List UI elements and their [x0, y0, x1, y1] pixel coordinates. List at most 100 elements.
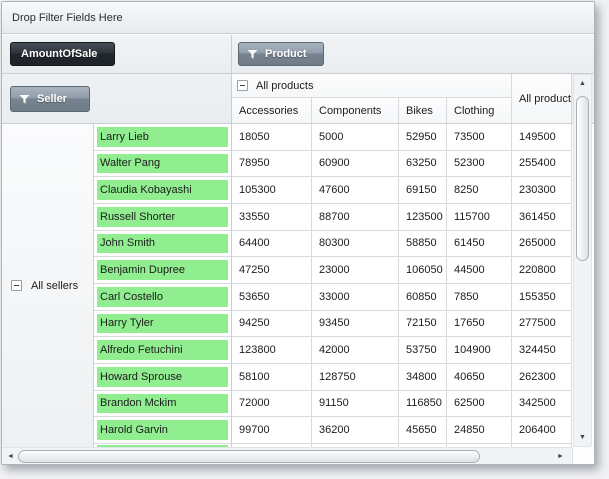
data-cell[interactable]: 8250 — [447, 177, 512, 204]
data-cell[interactable]: 91150 — [312, 390, 399, 418]
row-header-cell[interactable]: Brandon Mckim — [97, 393, 228, 414]
data-cell[interactable]: 58100 — [232, 363, 312, 391]
horizontal-scrollbar-thumb[interactable] — [18, 450, 480, 463]
data-cell[interactable]: 64400 — [232, 230, 312, 258]
row-header-cell[interactable]: Harold Garvin — [97, 420, 228, 440]
data-cell[interactable]: 78950 — [232, 150, 312, 178]
data-cell[interactable]: 361450 — [512, 203, 572, 231]
data-cell[interactable]: 62500 — [447, 390, 512, 418]
data-cell[interactable]: 277500 — [512, 310, 572, 338]
data-cell[interactable]: 255400 — [512, 150, 572, 178]
data-cell[interactable]: 23000 — [312, 257, 399, 284]
data-cell[interactable]: 93450 — [312, 310, 399, 338]
data-cell[interactable]: 80300 — [312, 230, 399, 258]
row-header-cell[interactable]: Russell Shorter — [97, 206, 228, 227]
data-cell[interactable]: 104900 — [447, 337, 512, 364]
collapse-icon[interactable] — [11, 280, 22, 291]
vertical-scrollbar[interactable]: ▲ ▼ — [573, 74, 592, 447]
data-cell[interactable]: 63250 — [399, 150, 447, 178]
data-cell[interactable]: 7850 — [447, 283, 512, 311]
vertical-scrollbar-thumb[interactable] — [576, 96, 589, 261]
data-cell[interactable]: 123500 — [399, 203, 447, 231]
data-cell[interactable]: 262300 — [512, 363, 572, 391]
filter-icon[interactable] — [19, 94, 30, 105]
row-header-cell[interactable]: Walter Pang — [97, 153, 228, 174]
scroll-down-button[interactable]: ▼ — [575, 430, 590, 445]
row-header-row: Harry Tyler — [94, 311, 231, 338]
data-cell[interactable]: 220800 — [512, 257, 572, 284]
data-cell[interactable]: 17650 — [447, 310, 512, 338]
row-header-cell[interactable]: Carl Costello — [97, 286, 228, 307]
data-cell[interactable]: 106050 — [399, 257, 447, 284]
scroll-up-button[interactable]: ▲ — [575, 76, 590, 91]
data-cell[interactable]: 149500 — [512, 124, 572, 151]
field-button-product[interactable]: Product — [238, 42, 324, 66]
data-cell[interactable]: 94250 — [232, 310, 312, 338]
data-cell[interactable]: 72000 — [232, 390, 312, 418]
data-cell[interactable]: 73500 — [447, 124, 512, 151]
data-cell[interactable]: 44500 — [447, 257, 512, 284]
data-cell[interactable]: 36200 — [312, 417, 399, 444]
data-cell[interactable]: 52300 — [447, 150, 512, 178]
scroll-left-button[interactable]: ◄ — [3, 449, 18, 464]
data-cell[interactable]: 52950 — [399, 124, 447, 151]
row-header-cell[interactable]: John Smith — [97, 233, 228, 254]
data-cell[interactable]: 34800 — [399, 363, 447, 391]
data-cell[interactable]: 123800 — [232, 337, 312, 364]
row-field-area[interactable]: Seller — [2, 74, 232, 123]
data-cell[interactable]: 53750 — [399, 337, 447, 364]
data-cell[interactable]: 60850 — [399, 283, 447, 311]
row-header-cell[interactable]: Harry Tyler — [97, 313, 228, 334]
column-header-bikes[interactable]: Bikes — [399, 98, 447, 123]
field-button-seller[interactable]: Seller — [10, 86, 90, 112]
data-cell[interactable]: 47600 — [312, 177, 399, 204]
data-cell[interactable]: 116850 — [399, 390, 447, 418]
data-cell[interactable]: 5000 — [312, 124, 399, 151]
data-cell[interactable]: 61450 — [447, 230, 512, 258]
data-cell[interactable]: 72150 — [399, 310, 447, 338]
data-cell[interactable]: 155350 — [512, 283, 572, 311]
filter-fields-drop-area[interactable]: Drop Filter Fields Here — [2, 2, 594, 34]
data-cell[interactable]: 115700 — [447, 203, 512, 231]
data-cell[interactable]: 47250 — [232, 257, 312, 284]
data-cell[interactable]: 42000 — [312, 337, 399, 364]
data-cell[interactable]: 265000 — [512, 230, 572, 258]
data-cell[interactable]: 206400 — [512, 417, 572, 444]
data-cell[interactable]: 105300 — [232, 177, 312, 204]
filter-icon[interactable] — [247, 49, 258, 60]
column-grand-total-header[interactable]: All products — [512, 74, 572, 123]
column-group-header[interactable]: All products — [232, 74, 512, 98]
row-header-cell[interactable]: Howard Sprouse — [97, 366, 228, 387]
data-cell[interactable]: 88700 — [312, 203, 399, 231]
row-header-cell[interactable]: Larry Lieb — [97, 127, 228, 147]
data-cell[interactable]: 18050 — [232, 124, 312, 151]
horizontal-scrollbar[interactable]: ◄ ► — [2, 447, 572, 464]
column-header-clothing[interactable]: Clothing — [447, 98, 512, 123]
data-cell[interactable]: 230300 — [512, 177, 572, 204]
data-cell[interactable]: 60900 — [312, 150, 399, 178]
data-cell[interactable]: 53650 — [232, 283, 312, 311]
data-cell[interactable]: 324450 — [512, 337, 572, 364]
field-button-amountofsale[interactable]: AmountOfSale — [10, 42, 115, 66]
data-cell[interactable]: 33550 — [232, 203, 312, 231]
scroll-right-button[interactable]: ► — [553, 449, 568, 464]
data-cell[interactable]: 128750 — [312, 363, 399, 391]
table-row: 64400 80300 58850 61450 265000 — [232, 230, 572, 258]
row-group-header[interactable]: All sellers — [2, 124, 94, 447]
column-header-components[interactable]: Components — [312, 98, 399, 123]
data-cell[interactable]: 342500 — [512, 390, 572, 418]
row-header-cell[interactable]: Claudia Kobayashi — [97, 180, 228, 200]
data-cell[interactable]: 69150 — [399, 177, 447, 204]
column-header-accessories[interactable]: Accessories — [232, 98, 312, 123]
data-cell[interactable]: 40650 — [447, 363, 512, 391]
data-cell[interactable]: 99700 — [232, 417, 312, 444]
row-header-cell[interactable]: Alfredo Fetuchini — [97, 340, 228, 360]
row-header-cell[interactable]: Benjamin Dupree — [97, 260, 228, 280]
measure-field-area[interactable]: AmountOfSale — [2, 35, 232, 73]
data-cell[interactable]: 58850 — [399, 230, 447, 258]
collapse-icon[interactable] — [237, 80, 248, 91]
column-field-area[interactable]: Product — [232, 35, 594, 73]
data-cell[interactable]: 45650 — [399, 417, 447, 444]
data-cell[interactable]: 33000 — [312, 283, 399, 311]
data-cell[interactable]: 24850 — [447, 417, 512, 444]
